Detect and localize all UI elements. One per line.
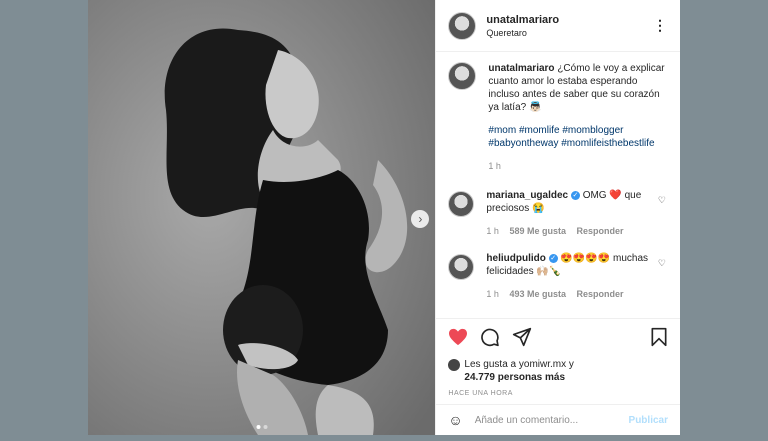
post-photo[interactable]: ›: [88, 0, 436, 435]
commenter-avatar[interactable]: [448, 191, 475, 217]
comment-likes[interactable]: 493 Me gusta: [509, 289, 566, 299]
commenter-username[interactable]: mariana_ugaldec: [486, 190, 568, 201]
carousel-dots: [256, 425, 268, 429]
emoji-icon[interactable]: ☺: [448, 412, 462, 428]
likes-count[interactable]: 24.779 personas más: [464, 371, 573, 384]
comment-time[interactable]: 1 h: [486, 226, 499, 236]
liker-avatar[interactable]: [448, 359, 461, 371]
save-bookmark-icon[interactable]: [650, 327, 668, 352]
post-header: unatalmariaro Queretaro ⋮: [436, 0, 680, 52]
comment-input[interactable]: Añade un comentario...: [475, 415, 629, 426]
comment-likes[interactable]: 589 Me gusta: [509, 226, 566, 236]
publish-button[interactable]: Publicar: [629, 415, 668, 426]
verified-badge-icon: ✓: [570, 191, 580, 200]
photo-illustration: [88, 0, 436, 435]
likes-summary: Les gusta a yomiwr.mx y 24.779 personas …: [436, 352, 680, 384]
likes-text[interactable]: Les gusta a yomiwr.mx y: [464, 358, 573, 371]
author-username[interactable]: unatalmariaro: [486, 14, 653, 26]
caption-time[interactable]: 1 h: [488, 160, 670, 173]
comment-time[interactable]: 1 h: [486, 289, 499, 299]
verified-badge-icon: ✓: [548, 254, 558, 263]
caption: unatalmariaro ¿Cómo le voy a explicar cu…: [448, 62, 670, 173]
comment-like-icon[interactable]: ♡: [658, 195, 666, 206]
reply-button[interactable]: Responder: [576, 226, 623, 236]
share-icon[interactable]: [512, 327, 532, 352]
carousel-dot-active: [256, 425, 261, 429]
author-avatar[interactable]: [448, 11, 477, 40]
posted-ago[interactable]: HACE UNA HORA: [436, 384, 680, 397]
reply-button[interactable]: Responder: [576, 289, 623, 299]
commenter-avatar[interactable]: [448, 254, 475, 280]
caption-hashtags[interactable]: #mom #momlife #momblogger #babyontheway …: [488, 124, 670, 150]
more-options-icon[interactable]: ⋮: [653, 17, 668, 34]
comment-like-icon[interactable]: ♡: [658, 258, 666, 269]
caption-avatar[interactable]: [448, 62, 477, 90]
post-location[interactable]: Queretaro: [486, 28, 653, 38]
carousel-dot: [263, 425, 268, 429]
like-heart-icon[interactable]: [448, 328, 468, 351]
post-side-panel: unatalmariaro Queretaro ⋮ unatalmariaro …: [435, 0, 680, 435]
comment-item: mariana_ugaldec ✓ OMG ❤️ que preciosos 😭…: [448, 189, 670, 238]
commenter-username[interactable]: heliudpulido: [486, 253, 545, 264]
post-modal: › unatalmariaro Queretaro ⋮ unatalmariar…: [88, 0, 680, 435]
caption-username[interactable]: unatalmariaro: [488, 63, 554, 74]
comment-icon[interactable]: [480, 327, 500, 352]
comment-item: heliudpulido ✓ 😍😍😍😍 muchas felicidades 🙌…: [448, 252, 670, 301]
add-comment-bar: ☺ Añade un comentario... Publicar: [436, 404, 680, 435]
comments-list: unatalmariaro ¿Cómo le voy a explicar cu…: [448, 62, 670, 301]
